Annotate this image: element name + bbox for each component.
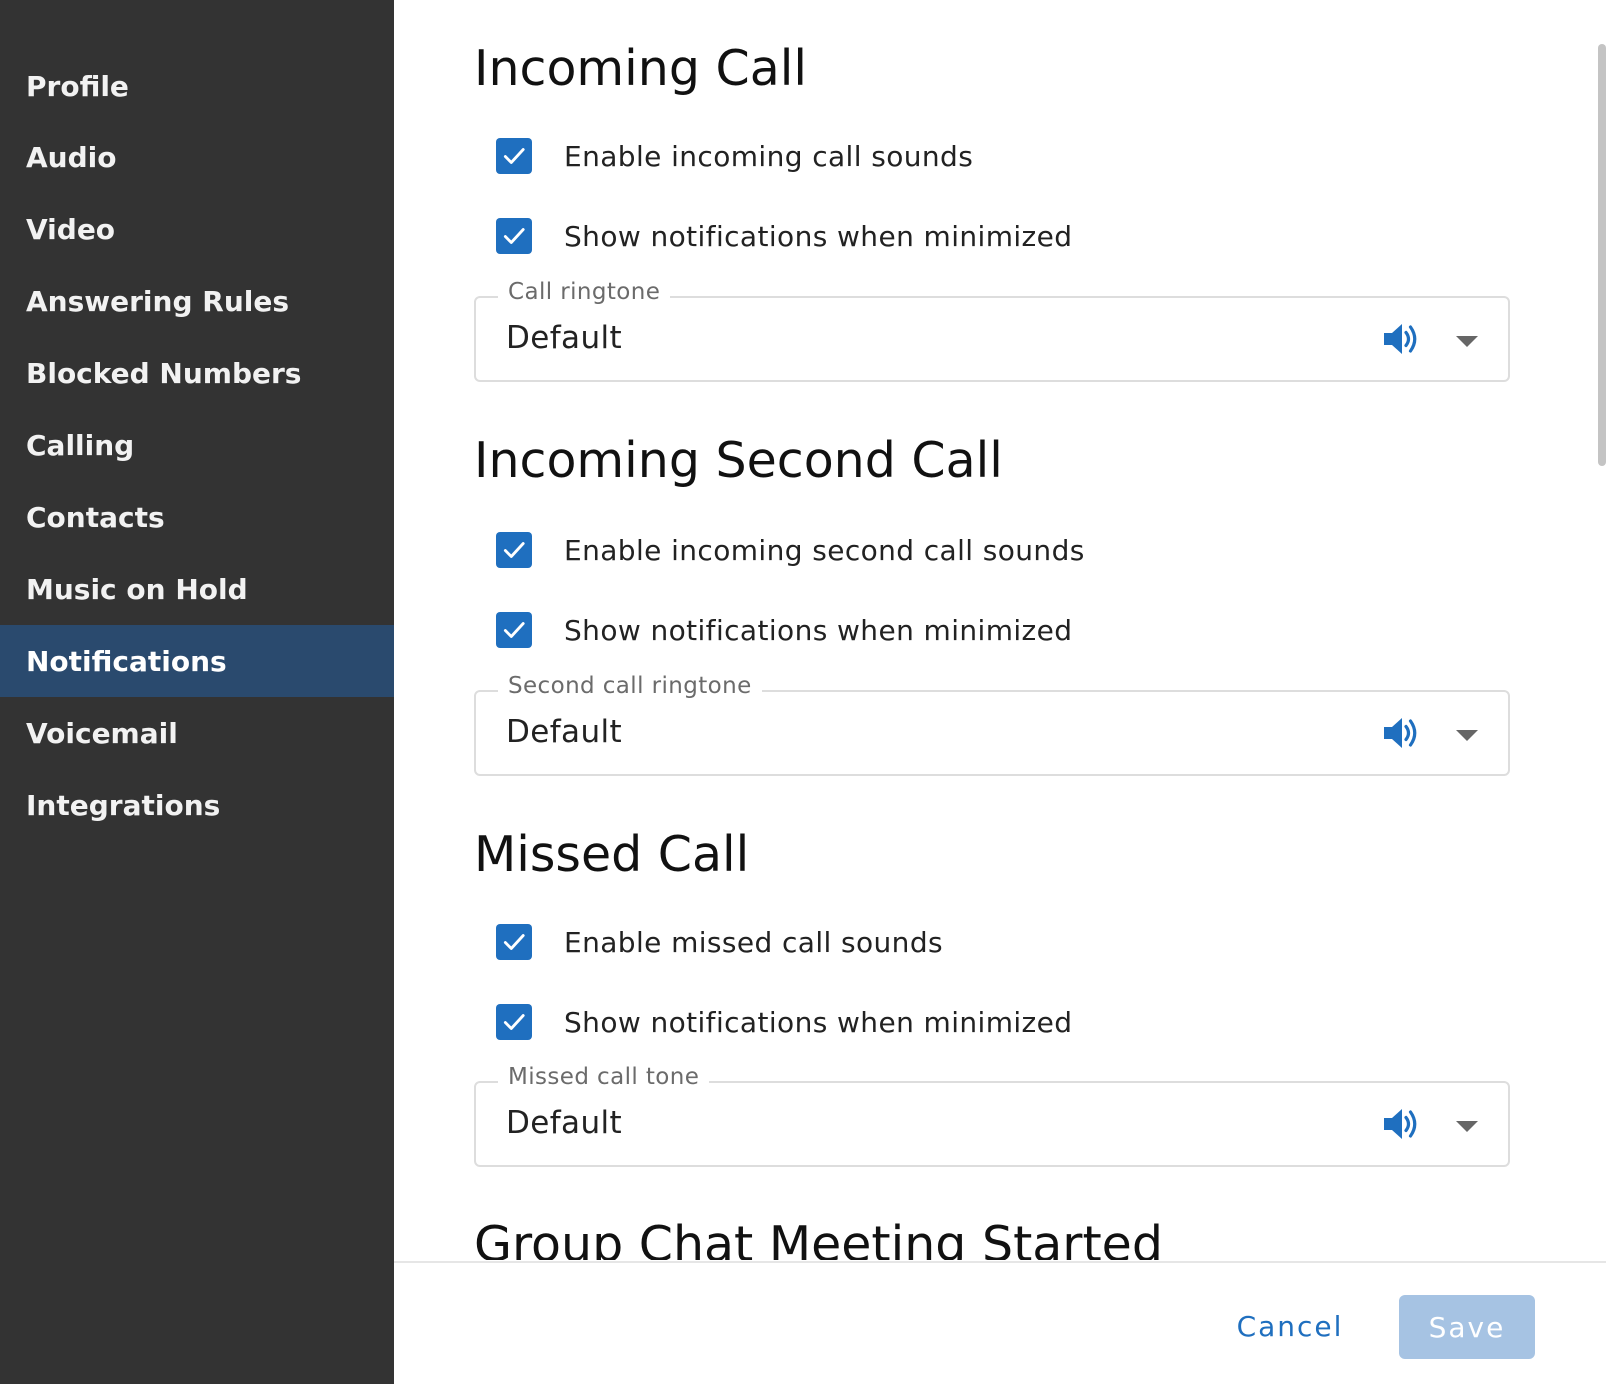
option-show-notifications-when-minimized[interactable]: Show notifications when minimized (496, 610, 1072, 650)
sidebar-item-integrations[interactable]: Integrations (0, 769, 394, 841)
select-value: Default (506, 1105, 623, 1141)
select-legend: Second call ringtone (498, 673, 762, 699)
checkbox-checked[interactable] (496, 1004, 532, 1040)
sidebar-item-audio[interactable]: Audio (0, 121, 394, 193)
sidebar-item-video[interactable]: Video (0, 193, 394, 265)
checkbox-label: Enable incoming call sounds (564, 139, 974, 173)
dialog-footer: Cancel Save (394, 1261, 1606, 1384)
speaker-icon (1384, 718, 1417, 748)
sidebar-item-profile[interactable]: Profile (0, 50, 394, 122)
checkbox-label: Enable missed call sounds (564, 925, 943, 959)
speaker-icon (1384, 324, 1417, 354)
section-title-missed-call: Missed Call (474, 826, 750, 883)
sidebar-item-voicemail[interactable]: Voicemail (0, 697, 394, 769)
option-show-notifications-when-minimized[interactable]: Show notifications when minimized (496, 1002, 1072, 1042)
option-enable-missed-call-sounds[interactable]: Enable missed call sounds (496, 922, 943, 962)
section-title-incoming-call: Incoming Call (474, 40, 807, 97)
notifications-settings-panel[interactable]: Incoming Call Enable incoming call sound… (394, 0, 1606, 1260)
call-ringtone-select[interactable]: Call ringtone Default (474, 279, 1510, 382)
preview-ringtone-button[interactable] (1380, 713, 1422, 753)
section-title-incoming-second-call: Incoming Second Call (474, 432, 1003, 489)
sidebar-item-calling[interactable]: Calling (0, 409, 394, 481)
checkbox-checked[interactable] (496, 138, 532, 174)
caret-down-icon[interactable] (1456, 1121, 1478, 1132)
checkbox-label: Show notifications when minimized (564, 1005, 1073, 1039)
select-legend: Call ringtone (498, 279, 671, 305)
checkbox-checked[interactable] (496, 532, 532, 568)
checkmark-icon (503, 934, 525, 950)
sidebar-item-music-on-hold[interactable]: Music on Hold (0, 553, 394, 625)
checkbox-checked[interactable] (496, 924, 532, 960)
caret-down-icon[interactable] (1456, 730, 1478, 741)
option-show-notifications-when-minimized[interactable]: Show notifications when minimized (496, 216, 1072, 256)
sidebar-item-notifications[interactable]: Notifications (0, 625, 394, 697)
checkmark-icon (503, 228, 525, 244)
checkbox-label: Show notifications when minimized (564, 613, 1073, 647)
sidebar-item-blocked-numbers[interactable]: Blocked Numbers (0, 337, 394, 409)
checkbox-checked[interactable] (496, 612, 532, 648)
sidebar-item-answering-rules[interactable]: Answering Rules (0, 265, 394, 337)
preview-ringtone-button[interactable] (1380, 319, 1422, 359)
checkbox-label: Show notifications when minimized (564, 219, 1073, 253)
settings-sidebar: Profile Audio Video Answering Rules Bloc… (0, 0, 394, 1384)
second-call-ringtone-select[interactable]: Second call ringtone Default (474, 673, 1510, 776)
sidebar-item-contacts[interactable]: Contacts (0, 481, 394, 553)
option-enable-incoming-call-sounds[interactable]: Enable incoming call sounds (496, 136, 973, 176)
select-legend: Missed call tone (498, 1064, 710, 1090)
caret-down-icon[interactable] (1456, 336, 1478, 347)
scrollbar-thumb[interactable] (1598, 44, 1606, 466)
settings-window: Profile Audio Video Answering Rules Bloc… (0, 0, 1606, 1384)
missed-call-tone-select[interactable]: Missed call tone Default (474, 1064, 1510, 1167)
checkbox-label: Enable incoming second call sounds (564, 533, 1085, 567)
preview-ringtone-button[interactable] (1380, 1104, 1422, 1144)
select-value: Default (506, 320, 623, 356)
checkmark-icon (503, 542, 525, 558)
option-enable-incoming-second-call-sounds[interactable]: Enable incoming second call sounds (496, 530, 1085, 570)
save-button[interactable]: Save (1399, 1295, 1535, 1359)
checkbox-checked[interactable] (496, 218, 532, 254)
speaker-icon (1384, 1109, 1417, 1139)
section-title-group-chat-meeting-started: Group Chat Meeting Started (474, 1216, 1163, 1260)
cancel-button[interactable]: Cancel (1230, 1295, 1350, 1357)
checkmark-icon (503, 622, 525, 638)
checkmark-icon (503, 148, 525, 164)
checkmark-icon (503, 1014, 525, 1030)
select-value: Default (506, 714, 623, 750)
